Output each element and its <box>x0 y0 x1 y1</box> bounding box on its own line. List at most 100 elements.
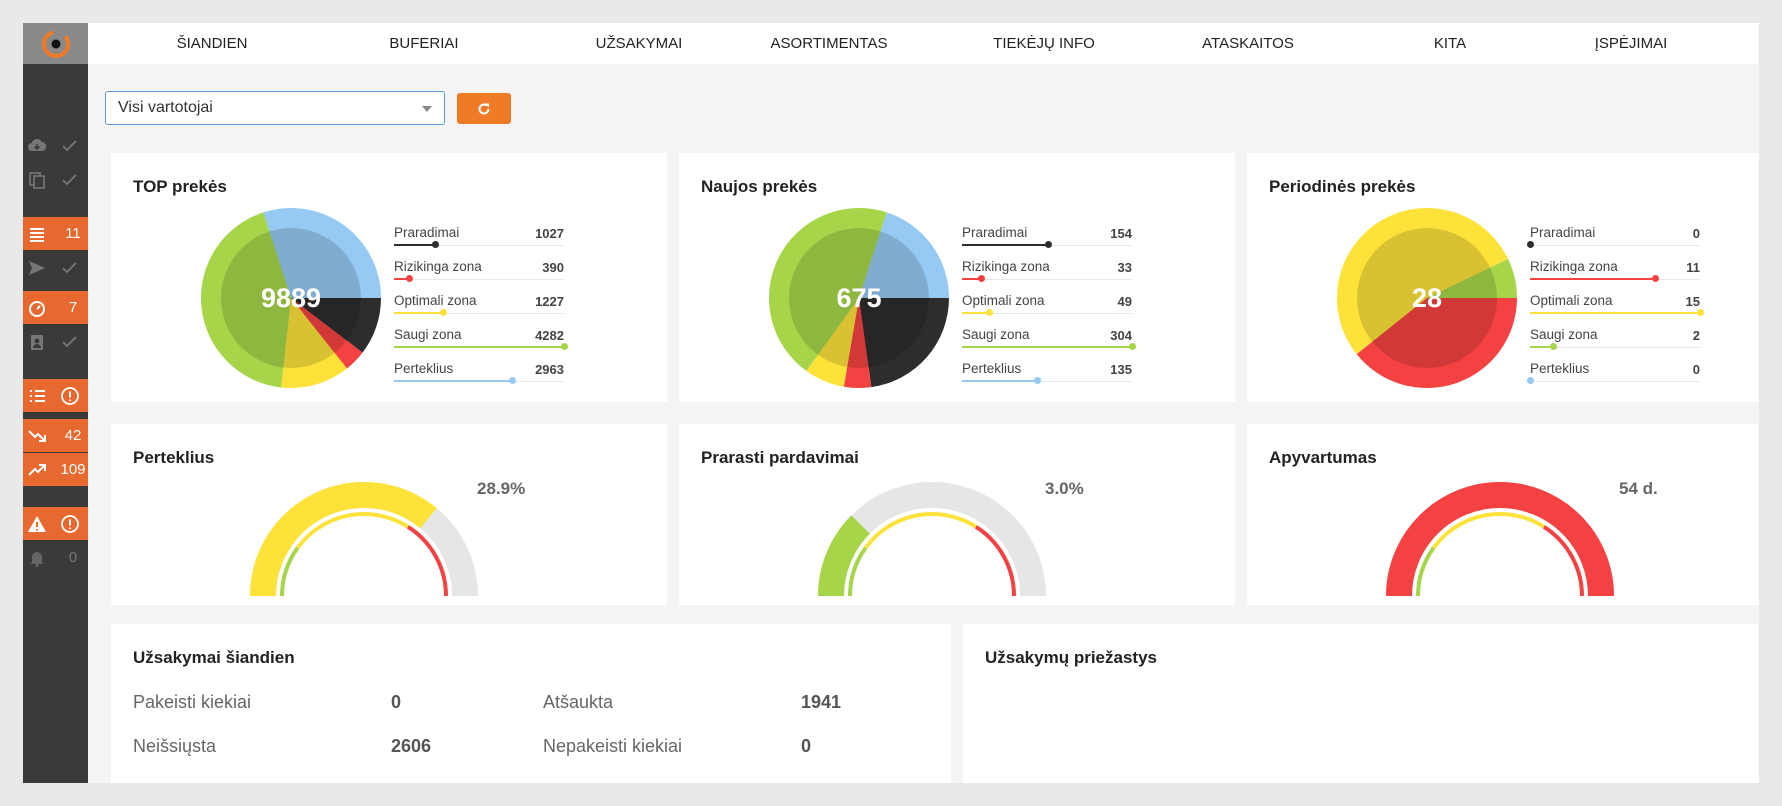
legend-row[interactable]: Saugi zona 4282 <box>394 327 568 361</box>
legend-row[interactable]: Optimali zona 15 <box>1530 293 1704 327</box>
sidebar-item[interactable]: 109 <box>23 453 88 486</box>
stat-label: Atšaukta <box>543 692 614 712</box>
sidebar-count: 109 <box>60 461 86 478</box>
check-icon <box>60 332 80 352</box>
check-icon <box>60 136 80 156</box>
legend-row[interactable]: Saugi zona 2 <box>1530 327 1700 361</box>
legend-label: Praradimai <box>1530 225 1596 240</box>
logo[interactable] <box>23 23 88 64</box>
legend-value: 33 <box>1117 260 1132 275</box>
pie-total: 9889 <box>261 283 321 313</box>
nav-item[interactable]: BUFERIAI <box>389 23 458 64</box>
legend-row[interactable]: Perteklius 2963 <box>394 361 564 395</box>
legend-row[interactable]: Praradimai 154 <box>962 225 1132 259</box>
legend-row[interactable]: Saugi zona 304 <box>962 327 1136 361</box>
gauge-fill[interactable] <box>250 482 437 596</box>
legend-dot <box>1527 241 1534 248</box>
pie-card-title: TOP prekės <box>133 177 227 196</box>
legend-dot <box>1045 241 1053 248</box>
gauge-card: Prarasti pardavimai 3.0% <box>679 424 1235 605</box>
legend-bar <box>962 312 990 314</box>
bell-icon <box>27 548 47 568</box>
legend-dot <box>1697 309 1704 316</box>
legend-dot <box>439 309 447 316</box>
legend-value: 4282 <box>535 328 564 343</box>
legend-value: 1227 <box>535 294 564 309</box>
refresh-button[interactable] <box>457 93 511 124</box>
gauge-card-title: Apyvartumas <box>1269 448 1377 467</box>
sidebar-item[interactable] <box>23 251 88 284</box>
sidebar-item[interactable]: 0 <box>23 541 88 574</box>
sidebar-item[interactable] <box>23 325 88 358</box>
nav-item[interactable]: ŠIANDIEN <box>177 23 248 64</box>
check-icon <box>60 258 80 278</box>
pie-total: 28 <box>1412 283 1442 313</box>
copy-icon <box>27 170 47 190</box>
user-filter-value: Visi vartotojai <box>118 99 213 116</box>
user-filter-select[interactable]: Visi vartotojai <box>105 91 445 125</box>
pie-legend: Praradimai 154 Rizikinga zona 33 Optimali zo… <box>962 225 1136 395</box>
stat-label: Nepakeisti kiekiai <box>543 736 683 756</box>
timer-icon <box>27 298 47 318</box>
legend-row[interactable]: Perteklius 0 <box>1527 361 1700 395</box>
legend-dot <box>1527 377 1534 384</box>
legend-dot <box>431 241 439 248</box>
legend-label: Saugi zona <box>1530 327 1598 342</box>
list-icon <box>27 224 47 244</box>
nav-item[interactable]: ĮSPĖJIMAI <box>1595 23 1668 64</box>
gauge-chart <box>818 482 1046 596</box>
nav-item[interactable]: ASORTIMENTAS <box>771 23 888 64</box>
legend-bar <box>962 380 1038 382</box>
legend-label: Perteklius <box>394 361 454 376</box>
gauge-track <box>818 482 1046 596</box>
alert-circle-icon <box>60 386 80 406</box>
sidebar-item[interactable] <box>23 163 88 196</box>
legend-row[interactable]: Rizikinga zona 390 <box>394 259 564 293</box>
sidebar-count: 0 <box>68 549 78 566</box>
app-window: 11 7 42 109 0 ŠIANDIEN BUFERIAI UŽSAKYMAI ASORT… <box>23 23 1759 783</box>
legend-value: 11 <box>1686 260 1700 275</box>
sidebar-item[interactable]: 42 <box>23 419 88 452</box>
trending-up-icon <box>27 460 47 480</box>
legend-value: 49 <box>1117 294 1132 309</box>
nav-item[interactable]: UŽSAKYMAI <box>596 23 683 64</box>
legend-value: 0 <box>1692 226 1700 241</box>
stat-value: 1941 <box>801 692 842 712</box>
refresh-icon <box>478 102 490 114</box>
legend-row[interactable]: Optimali zona 49 <box>962 293 1132 327</box>
sidebar-item[interactable]: 11 <box>23 217 88 250</box>
sidebar-item[interactable]: 7 <box>23 291 88 324</box>
legend-label: Optimali zona <box>962 293 1045 308</box>
legend-track <box>1530 381 1700 382</box>
legend-row[interactable]: Optimali zona 1227 <box>394 293 564 327</box>
nav-item[interactable]: TIEKĖJŲ INFO <box>993 23 1095 64</box>
legend-row[interactable]: Rizikinga zona 11 <box>1530 259 1700 293</box>
legend-dot <box>508 377 516 384</box>
legend-dot <box>1129 343 1136 350</box>
legend-value: 1027 <box>535 226 564 241</box>
legend-label: Praradimai <box>962 225 1028 240</box>
nav-item[interactable]: ATASKAITOS <box>1202 23 1294 64</box>
clipboard-user-icon <box>27 332 47 352</box>
legend-label: Optimali zona <box>394 293 477 308</box>
legend-dot <box>406 275 414 282</box>
legend-label: Optimali zona <box>1530 293 1613 308</box>
legend-row[interactable]: Praradimai 1027 <box>394 225 564 259</box>
pie-total: 675 <box>836 283 881 313</box>
legend-track <box>1530 245 1700 246</box>
sidebar-item[interactable] <box>23 507 88 540</box>
legend-label: Rizikinga zona <box>962 259 1050 274</box>
gauge-card: Perteklius 28.9% <box>111 424 667 605</box>
legend-row[interactable]: Rizikinga zona 33 <box>962 259 1132 293</box>
pie-card-title: Naujos prekės <box>701 177 818 196</box>
sidebar-item[interactable] <box>23 379 88 412</box>
gauge-fill[interactable] <box>1386 482 1614 596</box>
nav-item[interactable]: KITA <box>1434 23 1466 64</box>
legend-row[interactable]: Praradimai 0 <box>1527 225 1700 259</box>
legend-row[interactable]: Perteklius 135 <box>962 361 1132 395</box>
legend-value: 2 <box>1692 328 1700 343</box>
sidebar-item[interactable] <box>23 129 88 162</box>
legend-bar <box>962 346 1132 348</box>
orders-today-title: Užsakymai šiandien <box>133 648 295 667</box>
legend-bar <box>394 244 435 246</box>
